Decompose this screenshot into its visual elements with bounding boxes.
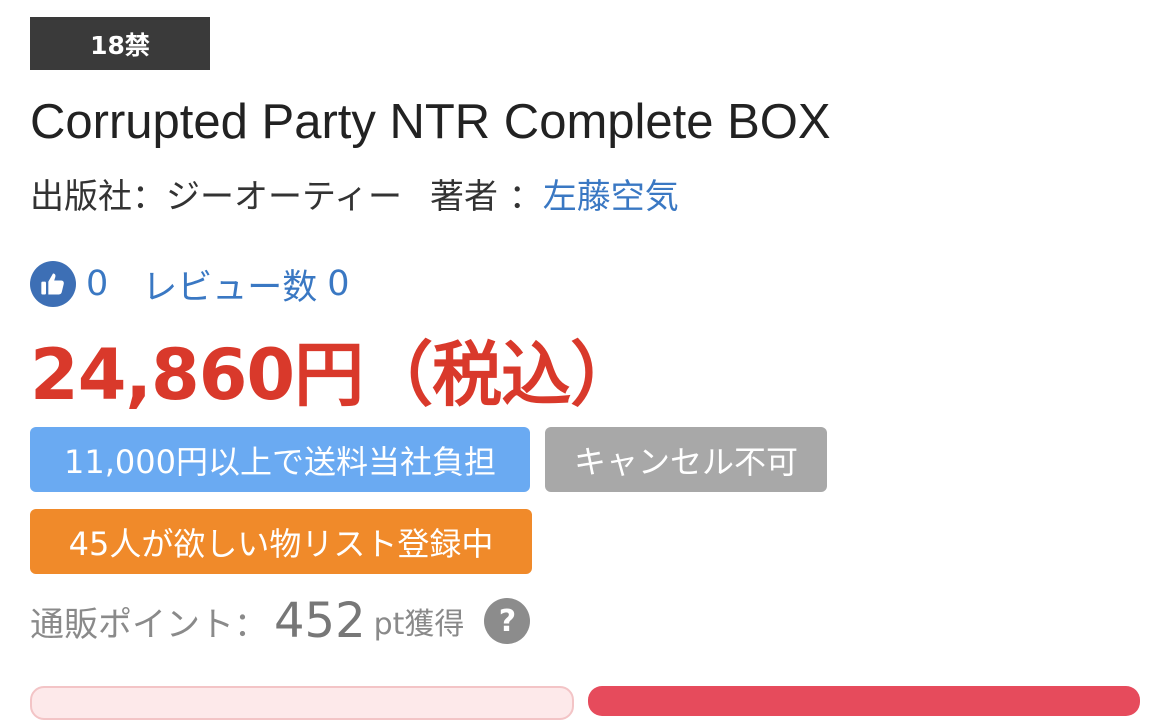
review-count-label: レビュー数 bbox=[142, 267, 318, 308]
points-value: 452 bbox=[274, 593, 366, 649]
points-suffix: pt獲得 bbox=[373, 607, 465, 642]
thumbs-up-icon[interactable] bbox=[30, 261, 76, 307]
points-info: 通販ポイント： 452 pt獲得 ? bbox=[30, 590, 531, 652]
publisher-label: 出版社： bbox=[30, 177, 166, 217]
review-summary: 0 レビュー数 0 bbox=[30, 260, 350, 308]
points-label: 通販ポイント： bbox=[30, 604, 268, 645]
product-title: Corrupted Party NTR Complete BOX bbox=[30, 95, 831, 149]
like-count[interactable]: 0 bbox=[86, 264, 108, 304]
wishlist-count-tag: 45人が欲しい物リスト登録中 bbox=[30, 509, 532, 574]
review-count-link[interactable]: レビュー数 0 bbox=[142, 259, 349, 310]
price: 24,860円（税込） bbox=[30, 334, 640, 416]
publisher-name: ジーオーティー bbox=[166, 177, 402, 217]
author-label: 著者 ： bbox=[429, 177, 543, 217]
no-cancel-tag: キャンセル不可 bbox=[545, 427, 827, 492]
add-to-cart-button[interactable] bbox=[588, 686, 1140, 716]
author-link[interactable]: 左藤空気 bbox=[543, 177, 679, 217]
age-restriction-badge: 18禁 bbox=[30, 17, 210, 70]
product-meta: 出版社：ジーオーティー 著者 ：左藤空気 bbox=[30, 174, 679, 220]
help-icon[interactable]: ? bbox=[484, 598, 531, 644]
add-to-wishlist-button[interactable] bbox=[30, 686, 574, 720]
review-count: 0 bbox=[327, 264, 350, 304]
free-shipping-tag: 11,000円以上で送料当社負担 bbox=[30, 427, 530, 492]
